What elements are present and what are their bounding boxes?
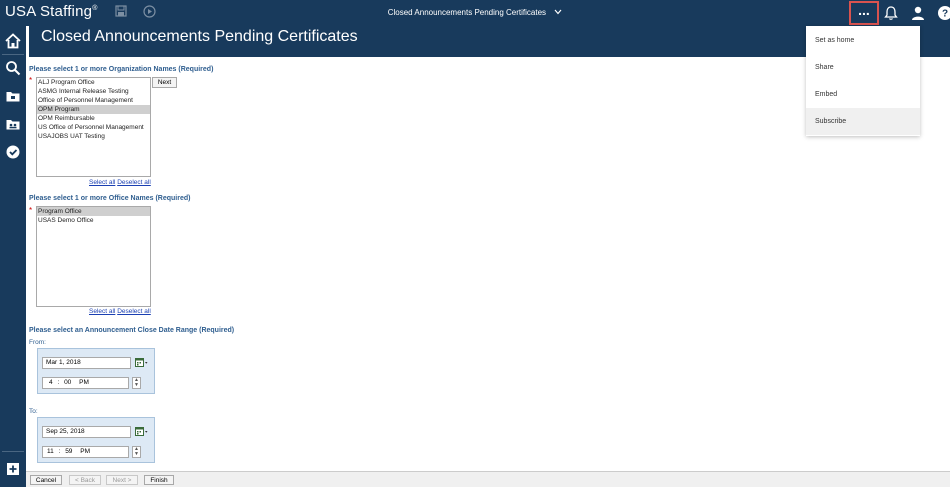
office-select-links: Select all Deselect all [89,308,151,315]
time-separator: : [57,379,60,386]
to-hour[interactable]: 11 [47,448,54,455]
prompt-footer: Cancel < Back Next > Finish [26,471,950,487]
menu-item-embed[interactable]: Embed [806,81,920,108]
menu-item-subscribe[interactable]: Subscribe [806,108,920,135]
help-icon[interactable]: ? [937,5,950,21]
organization-label: Please select 1 or more Organization Nam… [29,66,214,73]
cancel-button[interactable]: Cancel [30,475,62,485]
to-ampm[interactable]: PM [80,448,90,455]
menu-item-share[interactable]: Share [806,54,920,81]
add-icon[interactable] [4,460,22,478]
list-item[interactable]: Program Office [37,207,150,216]
more-options-menu: Set as home Share Embed Subscribe [806,26,920,136]
from-label: From: [29,339,46,346]
top-bar: USA Staffing® Closed Announcements Pendi… [0,0,950,26]
deselect-all-link[interactable]: Deselect all [117,308,151,315]
organization-listbox[interactable]: ALJ Program Office ASMG Internal Release… [36,77,151,177]
list-item[interactable]: Office of Personnel Management [37,96,150,105]
home-icon[interactable] [4,32,22,50]
bell-icon[interactable] [883,5,899,21]
sidebar-divider [2,451,24,452]
to-date-input[interactable]: Sep 25, 2018 [42,426,131,438]
to-time-spinner[interactable]: ▲ ▼ [132,446,141,458]
list-item[interactable]: USAS Demo Office [37,216,150,225]
from-hour[interactable]: 4 [49,379,53,386]
recent-icon[interactable] [4,143,22,161]
list-item[interactable]: OPM Reimbursable [37,114,150,123]
list-item[interactable]: US Office of Personnel Management [37,123,150,132]
chevron-down-icon [554,8,562,17]
menu-item-set-as-home[interactable]: Set as home [806,27,920,54]
to-time-input[interactable]: 11 : 59 PM [42,446,129,458]
from-time-spinner[interactable]: ▲ ▼ [132,377,141,389]
more-options-button[interactable]: ... [849,1,879,25]
sidebar-divider [2,54,24,55]
calendar-icon[interactable] [135,427,148,437]
deselect-all-link[interactable]: Deselect all [117,179,151,186]
organization-select-links: Select all Deselect all [89,179,151,186]
office-listbox[interactable]: Program Office USAS Demo Office [36,206,151,307]
select-all-link[interactable]: Select all [89,308,115,315]
to-minute[interactable]: 59 [65,448,72,455]
time-separator: : [58,448,61,455]
required-marker: * [29,76,33,85]
list-item[interactable]: OPM Program [37,105,150,114]
search-icon[interactable] [4,59,22,77]
next-page-button[interactable]: Next > [106,475,138,485]
finish-button[interactable]: Finish [144,475,174,485]
select-all-link[interactable]: Select all [89,179,115,186]
list-item[interactable]: ALJ Program Office [37,78,150,87]
list-item[interactable]: ASMG Internal Release Testing [37,87,150,96]
to-label: To: [29,408,38,415]
report-title[interactable]: Closed Announcements Pending Certificate… [0,8,950,17]
svg-text:?: ? [942,9,948,20]
next-button[interactable]: Next [152,77,177,88]
user-icon[interactable] [910,5,926,21]
left-sidebar [0,26,26,487]
calendar-icon[interactable] [135,358,148,368]
office-label: Please select 1 or more Office Names (Re… [29,195,191,202]
team-folder-icon[interactable] [4,115,22,133]
from-minute[interactable]: 00 [64,379,71,386]
date-range-label: Please select an Announcement Close Date… [29,327,235,334]
page-title: Closed Announcements Pending Certificate… [41,28,358,45]
back-button[interactable]: < Back [69,475,101,485]
list-item[interactable]: USAJOBS UAT Testing [37,132,150,141]
required-marker: * [29,206,33,215]
from-time-input[interactable]: 4 : 00 PM [42,377,129,389]
from-date-input[interactable]: Mar 1, 2018 [42,357,131,369]
folder-icon[interactable] [4,87,22,105]
from-ampm[interactable]: PM [79,379,89,386]
